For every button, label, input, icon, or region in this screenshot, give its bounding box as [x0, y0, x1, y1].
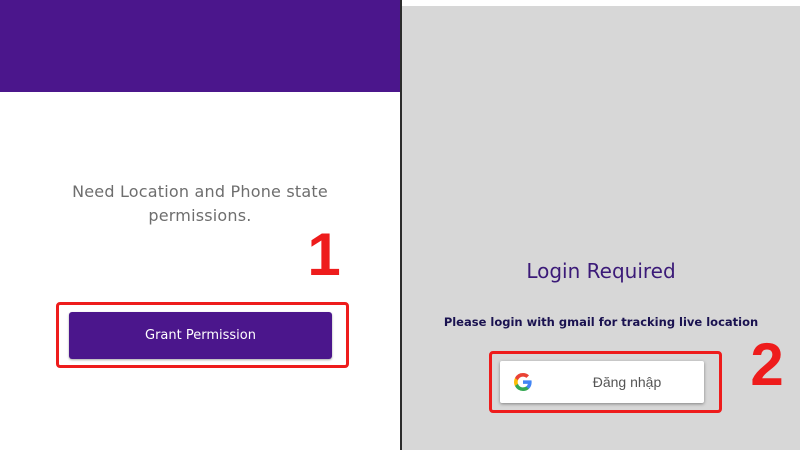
login-subtitle: Please login with gmail for tracking liv…: [443, 315, 759, 329]
step-number-2: 2: [750, 331, 784, 398]
google-button-label: Đăng nhập: [592, 374, 662, 390]
app-header-bar: [0, 0, 400, 92]
step-number-1: 1: [307, 221, 341, 288]
login-screen: Login Required Please login with gmail f…: [402, 0, 800, 450]
google-g-icon: [514, 373, 532, 391]
top-strip: [402, 0, 800, 6]
grant-permission-button[interactable]: Grant Permission: [69, 312, 332, 359]
login-title: Login Required: [526, 259, 676, 283]
permission-screen: Need Location and Phone state permission…: [0, 0, 400, 450]
google-sign-in-button[interactable]: Đăng nhập: [500, 361, 704, 403]
